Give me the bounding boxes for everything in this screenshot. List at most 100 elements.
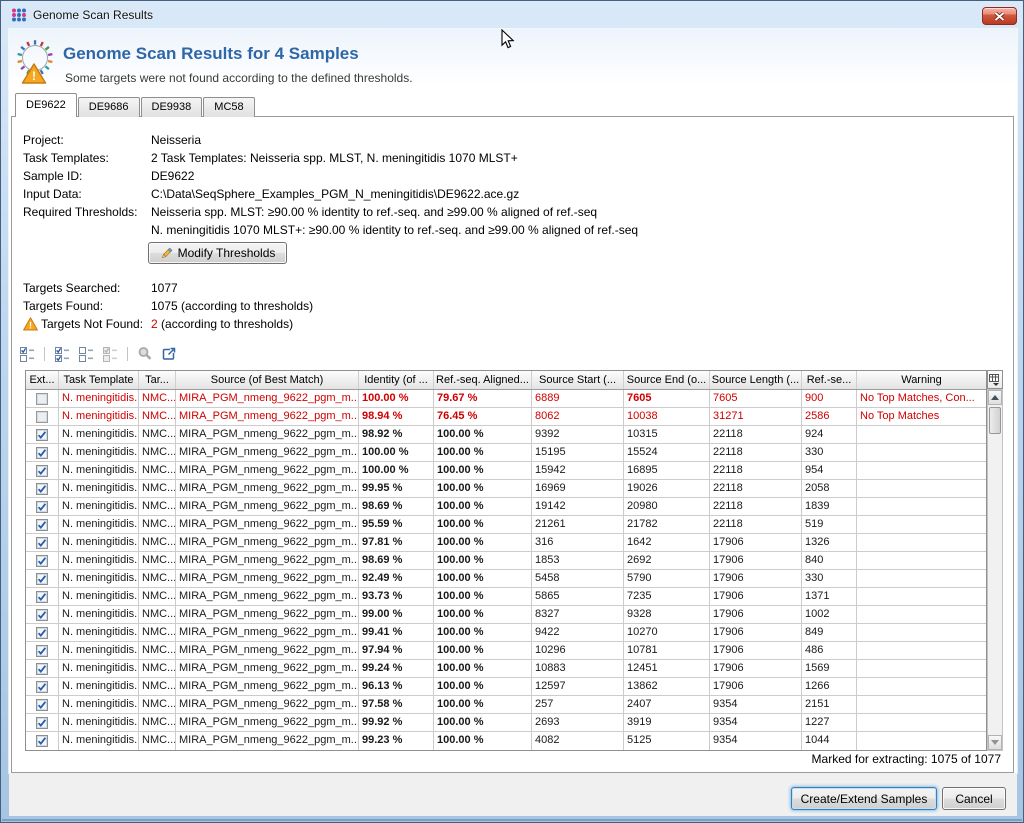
table-row[interactable]: N. meningitidis...NMC...MIRA_PGM_nmeng_9… — [26, 408, 986, 426]
cell: N. meningitidis... — [59, 444, 139, 461]
info-value: N. meningitidis 1070 MLST+: ≥90.00 % ide… — [151, 223, 638, 241]
cell — [857, 480, 986, 497]
extract-checkbox[interactable] — [26, 516, 59, 533]
cell: NMC... — [139, 516, 176, 533]
table-row[interactable]: N. meningitidis...NMC...MIRA_PGM_nmeng_9… — [26, 624, 986, 642]
close-button[interactable] — [982, 7, 1017, 25]
table-row[interactable]: N. meningitidis...NMC...MIRA_PGM_nmeng_9… — [26, 462, 986, 480]
table-row[interactable]: N. meningitidis...NMC...MIRA_PGM_nmeng_9… — [26, 570, 986, 588]
column-header-tar[interactable]: Tar... — [139, 371, 176, 389]
info-value: Neisseria — [151, 133, 201, 151]
info-label: Sample ID: — [23, 169, 151, 187]
column-header-ext[interactable]: Ext... — [26, 371, 59, 389]
cell: MIRA_PGM_nmeng_9622_pgm_m... — [176, 678, 359, 695]
extract-checkbox[interactable] — [26, 660, 59, 677]
create-extend-samples-button[interactable]: Create/Extend Samples — [791, 787, 937, 810]
unmark-all-button[interactable] — [76, 345, 96, 363]
table-row[interactable]: N. meningitidis...NMC...MIRA_PGM_nmeng_9… — [26, 426, 986, 444]
column-header-warning[interactable]: Warning — [857, 371, 986, 389]
table-row[interactable]: N. meningitidis...NMC...MIRA_PGM_nmeng_9… — [26, 678, 986, 696]
scroll-down-button[interactable] — [988, 735, 1002, 750]
extract-checkbox[interactable] — [26, 390, 59, 407]
extract-checkbox[interactable] — [26, 570, 59, 587]
table-row[interactable]: N. meningitidis...NMC...MIRA_PGM_nmeng_9… — [26, 534, 986, 552]
table-row[interactable]: N. meningitidis...NMC...MIRA_PGM_nmeng_9… — [26, 498, 986, 516]
cell: 2058 — [802, 480, 857, 497]
scrollbar-thumb[interactable] — [989, 407, 1001, 434]
table-row[interactable]: N. meningitidis...NMC...MIRA_PGM_nmeng_9… — [26, 588, 986, 606]
extract-checkbox[interactable] — [26, 678, 59, 695]
export-button[interactable] — [159, 345, 179, 363]
vertical-scrollbar[interactable] — [987, 389, 1003, 751]
info-label: Input Data: — [23, 187, 151, 205]
cell: 98.69 % — [359, 498, 434, 515]
table-row[interactable]: N. meningitidis...NMC...MIRA_PGM_nmeng_9… — [26, 552, 986, 570]
extract-checkbox[interactable] — [26, 714, 59, 731]
table-row[interactable]: N. meningitidis...NMC...MIRA_PGM_nmeng_9… — [26, 660, 986, 678]
extract-checkbox[interactable] — [26, 588, 59, 605]
modify-thresholds-button[interactable]: Modify Thresholds — [148, 242, 287, 264]
cell — [857, 678, 986, 695]
warning-icon: ! — [23, 317, 39, 331]
cell: 15195 — [532, 444, 624, 461]
cell: N. meningitidis... — [59, 642, 139, 659]
sample-tabs: DE9622DE9686DE9938MC58 — [15, 94, 256, 117]
cell: 1853 — [532, 552, 624, 569]
info-value: DE9622 — [151, 169, 194, 187]
tab-de9686[interactable]: DE9686 — [78, 97, 140, 117]
extract-checkbox[interactable] — [26, 462, 59, 479]
tab-mc58[interactable]: MC58 — [203, 97, 254, 117]
invert-marks-icon — [102, 346, 118, 362]
cell: 99.23 % — [359, 732, 434, 750]
column-header-ref-se[interactable]: Ref.-se... — [802, 371, 857, 389]
cell: 98.92 % — [359, 426, 434, 443]
table-row[interactable]: N. meningitidis...NMC...MIRA_PGM_nmeng_9… — [26, 696, 986, 714]
info-label: Task Templates: — [23, 151, 151, 169]
table-row[interactable]: N. meningitidis...NMC...MIRA_PGM_nmeng_9… — [26, 444, 986, 462]
info-row: Input Data:C:\Data\SeqSphere_Examples_PG… — [23, 187, 638, 205]
column-header-task-template[interactable]: Task Template — [59, 371, 139, 389]
table-row[interactable]: N. meningitidis...NMC...MIRA_PGM_nmeng_9… — [26, 606, 986, 624]
extract-checkbox[interactable] — [26, 444, 59, 461]
table-row[interactable]: N. meningitidis...NMC...MIRA_PGM_nmeng_9… — [26, 390, 986, 408]
table-row[interactable]: N. meningitidis...NMC...MIRA_PGM_nmeng_9… — [26, 732, 986, 750]
table-row[interactable]: N. meningitidis...NMC...MIRA_PGM_nmeng_9… — [26, 516, 986, 534]
extract-checkbox[interactable] — [26, 552, 59, 569]
table-row[interactable]: N. meningitidis...NMC...MIRA_PGM_nmeng_9… — [26, 480, 986, 498]
extract-checkbox[interactable] — [26, 732, 59, 750]
column-header-source-start[interactable]: Source Start (... — [532, 371, 624, 389]
tab-de9938[interactable]: DE9938 — [141, 97, 203, 117]
unmark-all-icon — [78, 346, 94, 362]
table-row[interactable]: N. meningitidis...NMC...MIRA_PGM_nmeng_9… — [26, 714, 986, 732]
cell: 17906 — [710, 606, 802, 623]
column-header-source-end-o[interactable]: Source End (o... — [624, 371, 710, 389]
extract-checkbox[interactable] — [26, 642, 59, 659]
export-icon — [161, 346, 177, 362]
extract-checkbox[interactable] — [26, 696, 59, 713]
preview-button[interactable] — [135, 345, 155, 363]
cell: 100.00 % — [434, 480, 532, 497]
extract-checkbox[interactable] — [26, 624, 59, 641]
column-header-ref-seq-aligned[interactable]: Ref.-seq. Aligned... — [434, 371, 532, 389]
cell: 100.00 % — [359, 444, 434, 461]
mark-selected-button[interactable] — [17, 345, 37, 363]
scroll-up-button[interactable] — [988, 390, 1002, 405]
table-row[interactable]: N. meningitidis...NMC...MIRA_PGM_nmeng_9… — [26, 642, 986, 660]
extract-checkbox[interactable] — [26, 408, 59, 425]
extract-checkbox[interactable] — [26, 480, 59, 497]
column-header-source-length[interactable]: Source Length (... — [710, 371, 802, 389]
extract-checkbox[interactable] — [26, 426, 59, 443]
column-header-source-of-best-match[interactable]: Source (of Best Match) — [176, 371, 359, 389]
extract-checkbox[interactable] — [26, 606, 59, 623]
invert-marks-button[interactable] — [100, 345, 120, 363]
extract-checkbox[interactable] — [26, 534, 59, 551]
cell: MIRA_PGM_nmeng_9622_pgm_m... — [176, 534, 359, 551]
tab-de9622[interactable]: DE9622 — [15, 93, 77, 117]
mark-all-button[interactable] — [52, 345, 72, 363]
column-chooser-icon — [989, 373, 1001, 386]
column-header-identity-of[interactable]: Identity (of ... — [359, 371, 434, 389]
column-chooser-button[interactable] — [987, 370, 1003, 389]
extract-checkbox[interactable] — [26, 498, 59, 515]
cell: 99.41 % — [359, 624, 434, 641]
cancel-button[interactable]: Cancel — [942, 787, 1006, 810]
